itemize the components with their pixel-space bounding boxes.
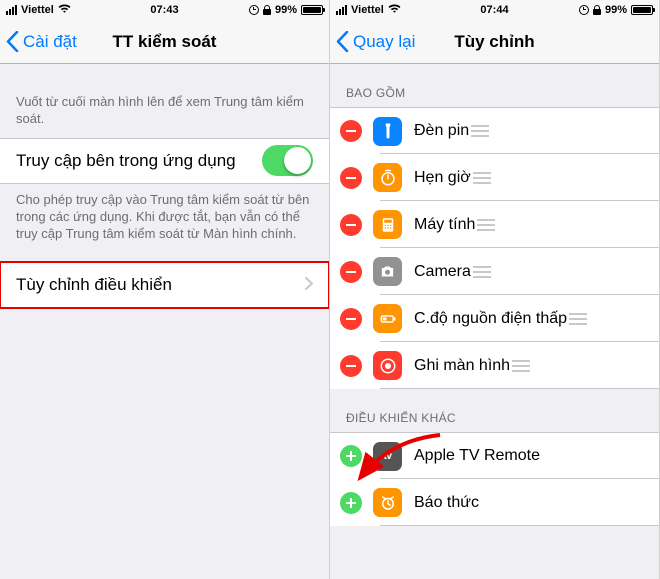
camera-icon (373, 257, 402, 286)
control-row: Máy tính (330, 201, 659, 248)
access-row-label: Truy cập bên trong ứng dụng (16, 151, 236, 171)
control-label: Đèn pin (414, 122, 469, 140)
control-row: Hẹn giờ (330, 154, 659, 201)
control-row: Ghi màn hình (330, 342, 659, 389)
control-label: Apple TV Remote (414, 447, 540, 465)
status-bar: Viettel 07:44 99% (330, 0, 659, 20)
page-title: TT kiểm soát (0, 32, 329, 52)
drag-handle-icon[interactable] (469, 125, 491, 137)
battery-icon (373, 304, 402, 333)
control-label: Camera (414, 263, 471, 281)
customize-controls-row[interactable]: Tùy chỉnh điều khiển (0, 263, 329, 307)
control-label: Hẹn giờ (414, 169, 471, 187)
drag-handle-icon[interactable] (471, 266, 493, 278)
drag-handle-icon[interactable] (567, 313, 589, 325)
swipe-hint-text: Vuốt từ cuối màn hình lên để xem Trung t… (0, 64, 329, 138)
more-controls-list: tv Apple TV Remote Báo thức (330, 432, 659, 526)
orientation-lock-icon (593, 5, 601, 15)
control-label: Báo thức (414, 494, 479, 512)
control-row: Báo thức (330, 479, 659, 526)
remove-button[interactable] (340, 120, 362, 142)
nav-bar: Cài đặt TT kiểm soát (0, 20, 329, 64)
battery-icon (631, 5, 653, 15)
alarm-icon (249, 5, 259, 15)
battery-pct: 99% (275, 4, 297, 16)
signal-icon (6, 5, 17, 15)
section-include-header: BAO GỒM (330, 64, 659, 107)
wifi-icon (388, 4, 401, 17)
customize-row-label: Tùy chỉnh điều khiển (16, 275, 172, 295)
wifi-icon (58, 4, 71, 17)
screenshot-left: Viettel 07:43 99% Cài đặt TT kiểm soát V… (0, 0, 330, 579)
record-icon (373, 351, 402, 380)
control-label: Ghi màn hình (414, 357, 510, 375)
carrier-label: Viettel (21, 4, 54, 16)
customize-controls-row-highlight: Tùy chỉnh điều khiển (0, 262, 329, 308)
control-row: Camera (330, 248, 659, 295)
calc-icon (373, 210, 402, 239)
atv-icon: tv (373, 442, 402, 471)
chevron-right-icon (305, 275, 313, 295)
add-button[interactable] (340, 445, 362, 467)
nav-bar: Quay lại Tùy chỉnh (330, 20, 659, 64)
remove-button[interactable] (340, 214, 362, 236)
timer-icon (373, 163, 402, 192)
control-row: Đèn pin (330, 107, 659, 154)
control-row: tv Apple TV Remote (330, 432, 659, 479)
orientation-lock-icon (263, 5, 271, 15)
access-within-apps-row[interactable]: Truy cập bên trong ứng dụng (0, 139, 329, 183)
flashlight-icon (373, 117, 402, 146)
control-label: Máy tính (414, 216, 475, 234)
page-title: Tùy chỉnh (330, 32, 659, 52)
alarm-icon (579, 5, 589, 15)
remove-button[interactable] (340, 308, 362, 330)
control-row: C.độ nguồn điện thấp (330, 295, 659, 342)
battery-pct: 99% (605, 4, 627, 16)
status-bar: Viettel 07:43 99% (0, 0, 329, 20)
screenshot-right: Viettel 07:44 99% Quay lại Tùy chỉnh BAO… (330, 0, 660, 579)
remove-button[interactable] (340, 167, 362, 189)
add-button[interactable] (340, 492, 362, 514)
access-switch[interactable] (262, 145, 313, 176)
drag-handle-icon[interactable] (475, 219, 497, 231)
access-footer-note: Cho phép truy cập vào Trung tâm kiểm soá… (0, 184, 329, 263)
remove-button[interactable] (340, 261, 362, 283)
carrier-label: Viettel (351, 4, 384, 16)
include-list: Đèn pin Hẹn giờ Máy tính Camera C.độ nguồn đ… (330, 107, 659, 389)
section-more-header: ĐIỀU KHIỂN KHÁC (330, 389, 659, 432)
drag-handle-icon[interactable] (510, 360, 532, 372)
drag-handle-icon[interactable] (471, 172, 493, 184)
remove-button[interactable] (340, 355, 362, 377)
battery-icon (301, 5, 323, 15)
alarm-icon (373, 488, 402, 517)
control-label: C.độ nguồn điện thấp (414, 310, 567, 328)
signal-icon (336, 5, 347, 15)
